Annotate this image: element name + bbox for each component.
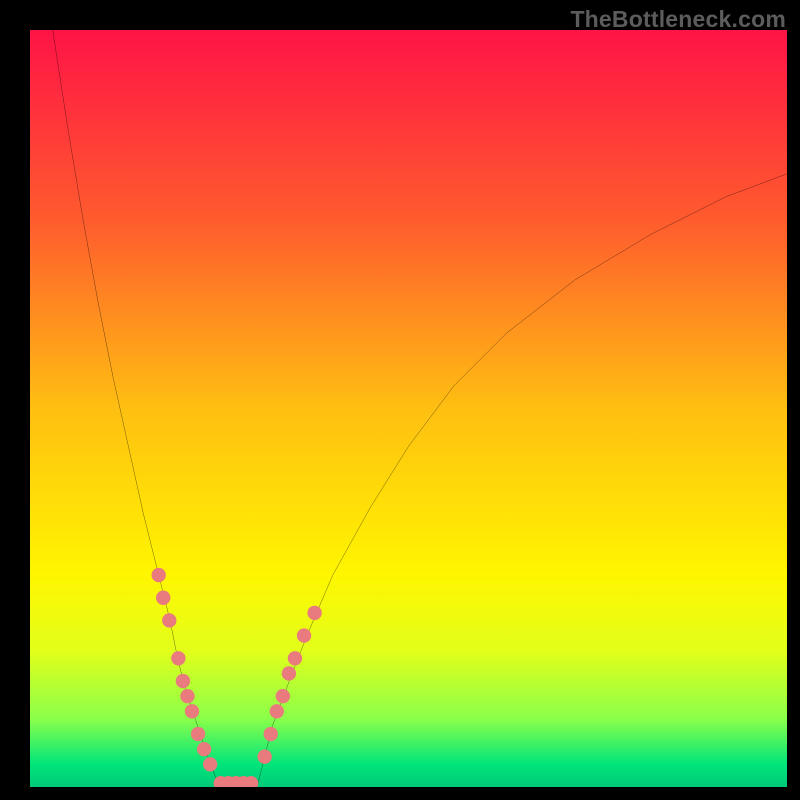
data-marker [276,689,290,703]
data-marker [282,666,296,680]
data-marker [171,651,185,665]
data-marker [176,674,190,688]
watermark-text: TheBottleneck.com [570,6,786,33]
data-marker [197,742,211,756]
data-marker [257,750,271,764]
curve-right-branch [257,174,787,787]
data-marker [185,704,199,718]
curve-left-branch [53,30,220,787]
data-marker [180,689,194,703]
data-marker [191,727,205,741]
data-marker [203,757,217,771]
chart-svg [30,30,787,787]
plot-area [30,30,787,787]
data-marker [162,613,176,627]
data-marker [270,704,284,718]
data-marker [297,628,311,642]
marker-group [151,568,321,787]
data-marker [288,651,302,665]
data-marker [264,727,278,741]
data-marker [307,606,321,620]
data-marker [156,591,170,605]
data-marker [151,568,165,582]
curve-group [53,30,787,787]
chart-frame: TheBottleneck.com [0,0,800,800]
